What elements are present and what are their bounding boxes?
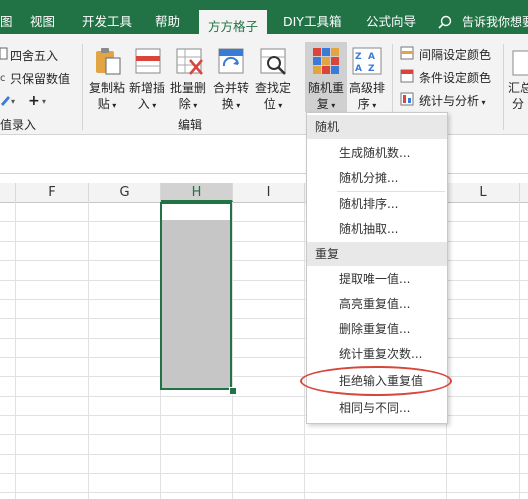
column-header-partial[interactable] — [0, 183, 16, 202]
merge-convert-icon — [218, 48, 244, 74]
round-icon — [0, 47, 8, 60]
chevron-down-icon: ▾ — [275, 101, 283, 110]
copy-paste-button[interactable]: 复制粘 贴 ▾ — [87, 80, 127, 114]
add-insert-button[interactable]: 新增插 入 ▾ — [127, 80, 167, 114]
entry-tools-icons[interactable]: ▾ + ▾ — [0, 92, 50, 108]
interval-color-icon — [400, 46, 414, 60]
search-icon — [438, 15, 452, 29]
menu-item-highlight-duplicates[interactable]: 高亮重复值... — [339, 296, 410, 312]
column-header-f[interactable]: F — [16, 183, 89, 202]
column-header-l[interactable]: L — [447, 183, 520, 202]
advanced-sort-label-2: 序 — [357, 97, 370, 111]
stats-label: 统计与分析 — [419, 94, 480, 108]
random-repeat-icon — [313, 48, 339, 74]
batch-delete-button[interactable]: 批量删 除 ▾ — [168, 80, 208, 114]
batch-delete-label-2: 除 — [178, 97, 191, 111]
copy-paste-label-1: 复制粘 — [88, 81, 125, 95]
condition-color-button[interactable]: 条件设定颜色 — [419, 69, 491, 86]
merge-convert-label-1: 合并转 — [212, 81, 249, 95]
menu-item-delete-duplicates[interactable]: 删除重复值... — [339, 321, 410, 337]
menu-item-count-duplicates[interactable]: 统计重复次数... — [339, 346, 422, 362]
find-locate-label-1: 查找定 — [254, 81, 291, 95]
menu-section-random: 随机 — [307, 115, 447, 139]
interval-color-button[interactable]: 间隔设定颜色 — [419, 46, 491, 63]
svg-text:Z: Z — [368, 64, 375, 74]
svg-text:A: A — [355, 64, 362, 74]
summary-button[interactable]: 汇总 分 — [508, 80, 528, 112]
add-insert-icon — [135, 48, 161, 74]
stats-button[interactable]: 统计与分析 ▾ — [419, 92, 486, 109]
menu-item-random-pick[interactable]: 随机抽取... — [339, 221, 398, 237]
batch-delete-label-1: 批量删 — [169, 81, 206, 95]
ribbon-separator — [82, 44, 83, 130]
menu-item-same-and-different[interactable]: 相同与不同... — [339, 400, 410, 416]
copy-paste-icon — [96, 48, 121, 75]
svg-text:▾: ▾ — [11, 97, 15, 106]
svg-text:A: A — [368, 52, 375, 62]
formula-bar[interactable] — [0, 135, 528, 174]
svg-text:▾: ▾ — [42, 97, 46, 106]
fill-handle[interactable] — [229, 387, 237, 395]
group-label-edit: 编辑 — [178, 118, 203, 132]
advanced-sort-button[interactable]: 高级排 序 ▾ — [347, 80, 387, 114]
advanced-sort-icon: Z A A Z — [352, 47, 382, 75]
tell-me-text: 告诉我你想要 — [462, 15, 528, 29]
batch-delete-icon — [176, 48, 203, 75]
column-header-g[interactable]: G — [89, 183, 161, 202]
menu-item-generate-random[interactable]: 生成随机数... — [339, 145, 410, 161]
random-repeat-label-1: 随机重 — [307, 81, 344, 95]
condition-color-icon — [400, 69, 414, 83]
chevron-down-icon: ▾ — [149, 101, 157, 110]
svg-text:+: + — [28, 93, 40, 108]
advanced-sort-label-1: 高级排 — [348, 81, 385, 95]
menu-item-random-split[interactable]: 随机分摊... — [339, 170, 398, 186]
merge-convert-label-2: 换 — [221, 97, 234, 111]
find-locate-label-2: 位 — [263, 97, 276, 111]
chevron-down-icon: ▾ — [190, 101, 198, 110]
chevron-down-icon: ▾ — [233, 101, 241, 110]
column-header-bar: F G H I L — [0, 183, 528, 203]
stats-icon — [400, 92, 414, 106]
summary-label-2: 分 — [511, 97, 524, 111]
merge-convert-button[interactable]: 合并转 换 ▾ — [211, 80, 251, 114]
keep-values-icon: c — [0, 73, 6, 84]
menu-separator — [337, 191, 445, 192]
round-button[interactable]: 四舍五入 — [10, 47, 58, 64]
worksheet-grid[interactable] — [0, 202, 528, 499]
chevron-down-icon: ▾ — [479, 98, 486, 107]
ribbon-separator — [503, 44, 504, 130]
random-repeat-button[interactable]: 随机重 复 ▾ — [306, 80, 346, 114]
add-insert-label-1: 新增插 — [128, 81, 165, 95]
column-header-h[interactable]: H — [161, 183, 233, 202]
find-locate-button[interactable]: 查找定 位 ▾ — [253, 80, 293, 114]
menu-section-repeat: 重复 — [307, 242, 447, 266]
keep-values-button[interactable]: 只保留数值 — [10, 70, 70, 87]
summary-icon — [512, 50, 528, 76]
highlight-annotation-ellipse — [300, 366, 452, 396]
column-header-i[interactable]: I — [233, 183, 305, 202]
add-insert-label-2: 入 — [137, 97, 150, 111]
chevron-down-icon: ▾ — [109, 101, 117, 110]
menu-item-random-sort[interactable]: 随机排序... — [339, 196, 398, 212]
svg-text:Z: Z — [355, 52, 362, 62]
svg-text:c: c — [0, 73, 6, 84]
copy-paste-label-2: 贴 — [97, 97, 110, 111]
selected-range[interactable] — [160, 202, 232, 390]
active-cell[interactable] — [162, 204, 230, 220]
chevron-down-icon: ▾ — [369, 101, 377, 110]
menu-item-extract-unique[interactable]: 提取唯一值... — [339, 271, 410, 287]
chevron-down-icon: ▾ — [328, 101, 336, 110]
find-locate-icon — [260, 48, 286, 75]
group-label-entry: 值录入 — [0, 118, 37, 132]
random-repeat-label-2: 复 — [316, 97, 329, 111]
summary-label-1: 汇总 — [508, 81, 528, 95]
